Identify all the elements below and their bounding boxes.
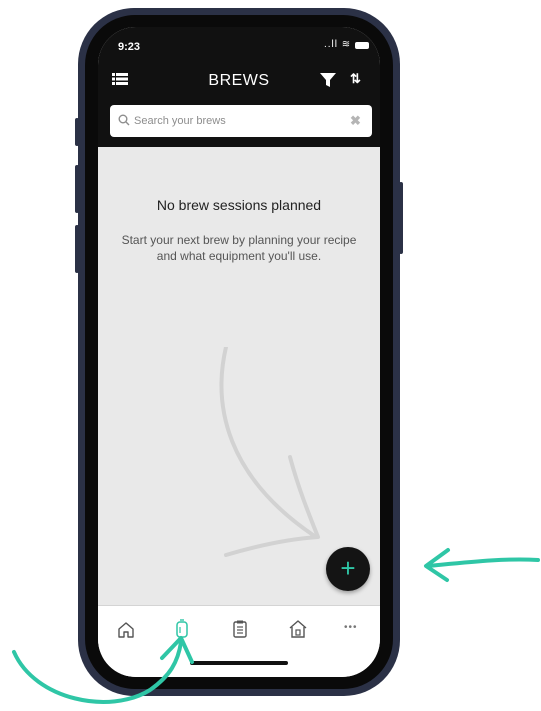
annotation-arrows (12, 548, 540, 704)
arrow-bottom-to-brews-tab (12, 636, 194, 704)
arrow-right-to-fab (424, 548, 540, 582)
